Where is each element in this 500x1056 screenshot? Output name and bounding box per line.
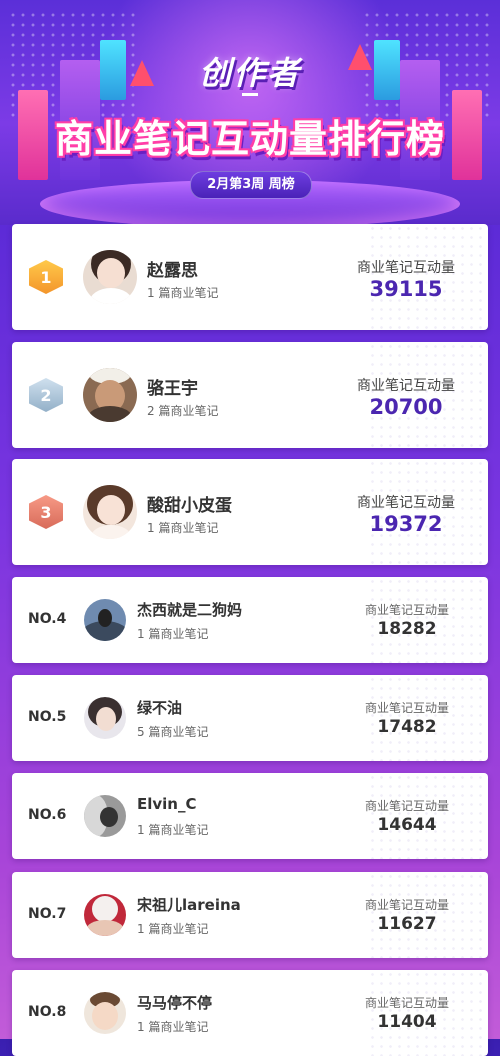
note-count: 1 篇商业笔记 <box>137 922 209 936</box>
avatar[interactable] <box>83 485 137 539</box>
gold-rank-badge-icon: 1 <box>29 260 63 294</box>
creator-name[interactable]: 杰西就是二狗妈 <box>137 599 242 620</box>
rank-label: NO.4 <box>28 611 67 627</box>
rank-label: NO.7 <box>28 906 67 922</box>
leaderboard-card-rank-3[interactable]: 3 酸甜小皮蛋 1 篇商业笔记 商业笔记互动量 19372 <box>12 459 488 565</box>
page-title: 商业笔记互动量排行榜 <box>54 117 445 161</box>
bronze-rank-badge-icon: 3 <box>29 495 63 529</box>
note-count: 5 篇商业笔记 <box>137 725 209 739</box>
rank-number: 3 <box>40 502 52 522</box>
interaction-value: 19372 <box>369 512 443 536</box>
rank-number: 1 <box>40 267 52 287</box>
banner-subtitle: 创作者 <box>198 54 301 92</box>
note-count: 1 篇商业笔记 <box>137 823 209 837</box>
creator-name[interactable]: 赵露思 <box>147 256 198 281</box>
rank-label: NO.6 <box>28 807 67 823</box>
leaderboard-card-rank-7[interactable]: NO.7 宋祖儿lareina 1 篇商业笔记 商业笔记互动量 11627 <box>12 872 488 958</box>
stat-label: 商业笔记互动量 <box>364 603 449 617</box>
rank-label: NO.8 <box>28 1004 67 1020</box>
avatar[interactable] <box>84 992 126 1034</box>
stat-label: 商业笔记互动量 <box>364 701 449 715</box>
title-divider <box>242 93 258 96</box>
creator-name[interactable]: 绿不油 <box>137 697 182 718</box>
creator-name[interactable]: Elvin_C <box>137 795 197 813</box>
leaderboard-card-rank-2[interactable]: 2 骆王宇 2 篇商业笔记 商业笔记互动量 20700 <box>12 342 488 448</box>
avatar[interactable] <box>84 599 126 641</box>
note-count: 1 篇商业笔记 <box>147 521 219 535</box>
creator-name[interactable]: 马马停不停 <box>137 992 212 1013</box>
leaderboard-card-rank-6[interactable]: NO.6 Elvin_C 1 篇商业笔记 商业笔记互动量 14644 <box>12 773 488 859</box>
leaderboard-card-rank-4[interactable]: NO.4 杰西就是二狗妈 1 篇商业笔记 商业笔记互动量 18282 <box>12 577 488 663</box>
note-count: 1 篇商业笔记 <box>137 627 209 641</box>
silver-rank-badge-icon: 2 <box>29 378 63 412</box>
interaction-value: 18282 <box>377 619 437 639</box>
interaction-value: 20700 <box>369 395 443 419</box>
stat-label: 商业笔记互动量 <box>357 378 455 394</box>
leaderboard-card-rank-1[interactable]: 1 赵露思 1 篇商业笔记 商业笔记互动量 39115 <box>12 224 488 330</box>
stat-label: 商业笔记互动量 <box>357 495 455 511</box>
interaction-value: 11404 <box>377 1012 437 1032</box>
week-badge: 2月第3周 周榜 <box>190 171 312 199</box>
rank-number: 2 <box>40 385 52 405</box>
stat-label: 商业笔记互动量 <box>364 996 449 1010</box>
avatar[interactable] <box>83 368 137 422</box>
creator-name[interactable]: 骆王宇 <box>147 374 198 399</box>
interaction-value: 39115 <box>369 277 443 301</box>
stat-label: 商业笔记互动量 <box>357 260 455 276</box>
interaction-value: 11627 <box>377 914 437 934</box>
avatar[interactable] <box>84 697 126 739</box>
note-count: 1 篇商业笔记 <box>147 286 219 300</box>
avatar[interactable] <box>84 894 126 936</box>
leaderboard-card-rank-5[interactable]: NO.5 绿不油 5 篇商业笔记 商业笔记互动量 17482 <box>12 675 488 761</box>
interaction-value: 14644 <box>377 815 437 835</box>
stat-label: 商业笔记互动量 <box>364 799 449 813</box>
header-banner: 创作者 商业笔记互动量排行榜 2月第3周 周榜 <box>0 0 500 225</box>
avatar[interactable] <box>84 795 126 837</box>
leaderboard-card-rank-8[interactable]: NO.8 马马停不停 1 篇商业笔记 商业笔记互动量 11404 <box>12 970 488 1056</box>
stat-label: 商业笔记互动量 <box>364 898 449 912</box>
note-count: 2 篇商业笔记 <box>147 404 219 418</box>
interaction-value: 17482 <box>377 717 437 737</box>
creator-name[interactable]: 酸甜小皮蛋 <box>147 491 232 516</box>
avatar[interactable] <box>83 250 137 304</box>
rank-label: NO.5 <box>28 709 67 725</box>
creator-name[interactable]: 宋祖儿lareina <box>137 894 241 915</box>
note-count: 1 篇商业笔记 <box>137 1020 209 1034</box>
